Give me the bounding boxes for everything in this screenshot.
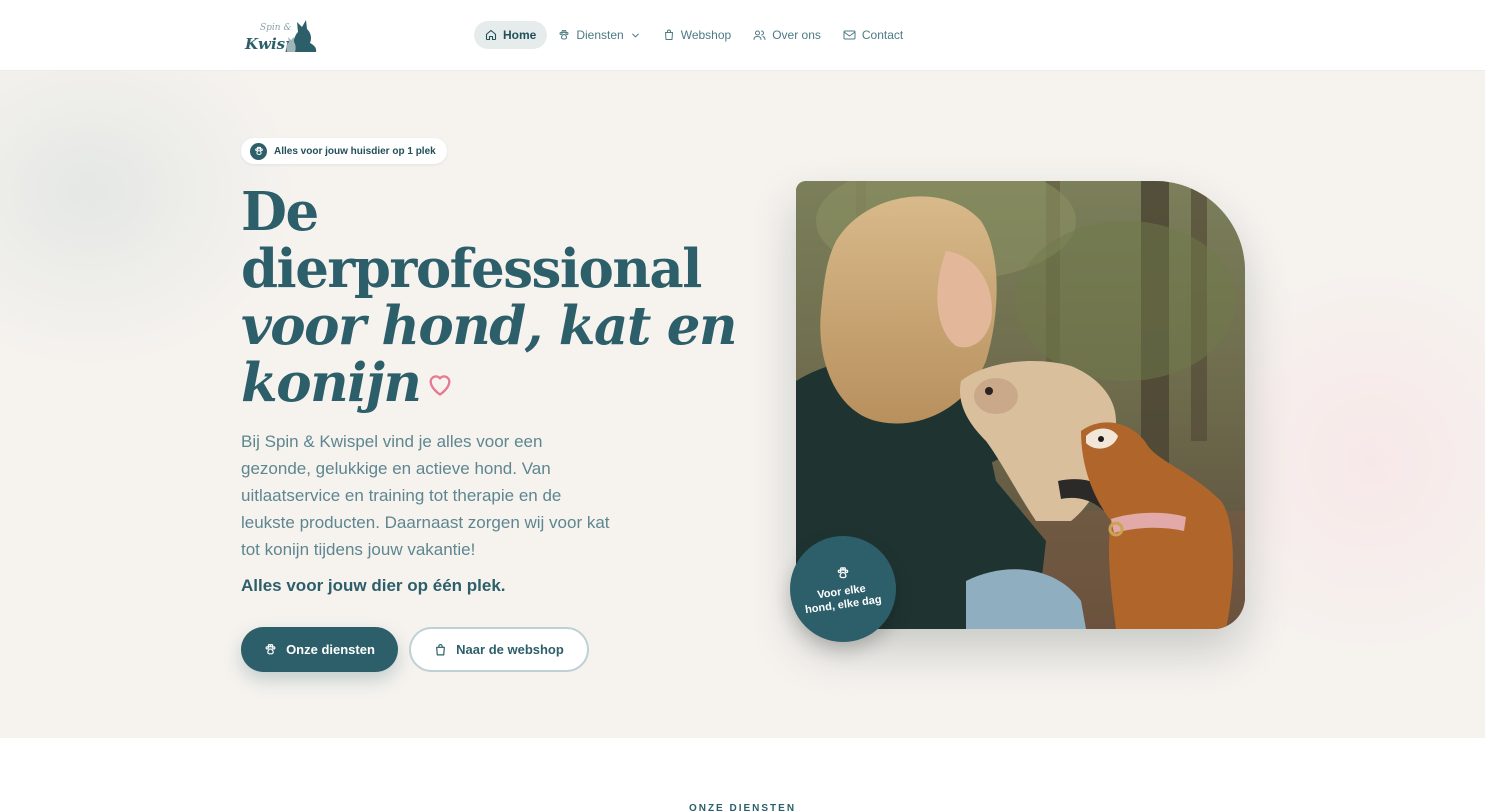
nav-item-webshop[interactable]: Webshop	[652, 21, 742, 49]
headline-line: De	[241, 181, 319, 243]
hero-badge: Voor elke hond, elke dag	[790, 536, 896, 642]
shopping-bag-icon	[436, 643, 446, 655]
mail-icon	[843, 30, 856, 40]
nav-item-contact[interactable]: Contact	[832, 21, 914, 49]
site-header: Spin & Kwispel Home Diensten Webshop Ove…	[0, 0, 1485, 71]
chevron-down-icon	[631, 33, 639, 37]
main-nav: Home Diensten Webshop Over ons Contact	[474, 21, 914, 49]
hero-headline: De dierprofessional voor hond, kat en ko…	[241, 181, 738, 414]
section-label: ONZE DIENSTEN	[688, 803, 797, 812]
logo[interactable]: Spin & Kwispel	[244, 14, 320, 58]
shopping-bag-icon	[664, 29, 673, 40]
nav-item-label: Home	[503, 28, 537, 42]
nav-item-label: Contact	[861, 28, 904, 42]
hero-section: Alles voor jouw huisdier op 1 plek De di…	[0, 71, 1485, 738]
hero-emphasis: Alles voor jouw dier op één plek.	[241, 576, 506, 595]
home-icon	[485, 29, 497, 41]
nav-item-diensten[interactable]: Diensten	[547, 21, 651, 49]
webshop-button[interactable]: Naar de webshop	[409, 627, 589, 672]
paw-icon	[265, 644, 276, 655]
nav-item-over-ons[interactable]: Over ons	[742, 21, 832, 49]
paw-icon	[559, 30, 569, 40]
paw-icon	[250, 142, 267, 160]
headline-line: dierprofessional	[241, 238, 702, 300]
nav-item-home[interactable]: Home	[474, 21, 548, 49]
paw-icon	[837, 567, 849, 579]
tagline-text: Alles voor jouw huisdier op 1 plek	[274, 145, 436, 157]
tagline-pill: Alles voor jouw huisdier op 1 plek	[241, 138, 447, 164]
nav-item-label: Diensten	[576, 28, 624, 42]
heart-icon	[429, 374, 451, 396]
headline-line: konijn	[241, 352, 422, 414]
headline-line: voor hond, kat en	[241, 295, 738, 357]
users-icon	[753, 30, 766, 40]
button-label: Naar de webshop	[456, 642, 564, 657]
nav-item-label: Webshop	[680, 28, 732, 42]
button-label: Onze diensten	[286, 642, 375, 657]
logo-top-text: Spin &	[260, 23, 291, 33]
onze-diensten-button[interactable]: Onze diensten	[241, 627, 398, 672]
nav-item-label: Over ons	[772, 28, 821, 42]
hero-description: Bij Spin & Kwispel vind je alles voor ee…	[241, 432, 610, 559]
